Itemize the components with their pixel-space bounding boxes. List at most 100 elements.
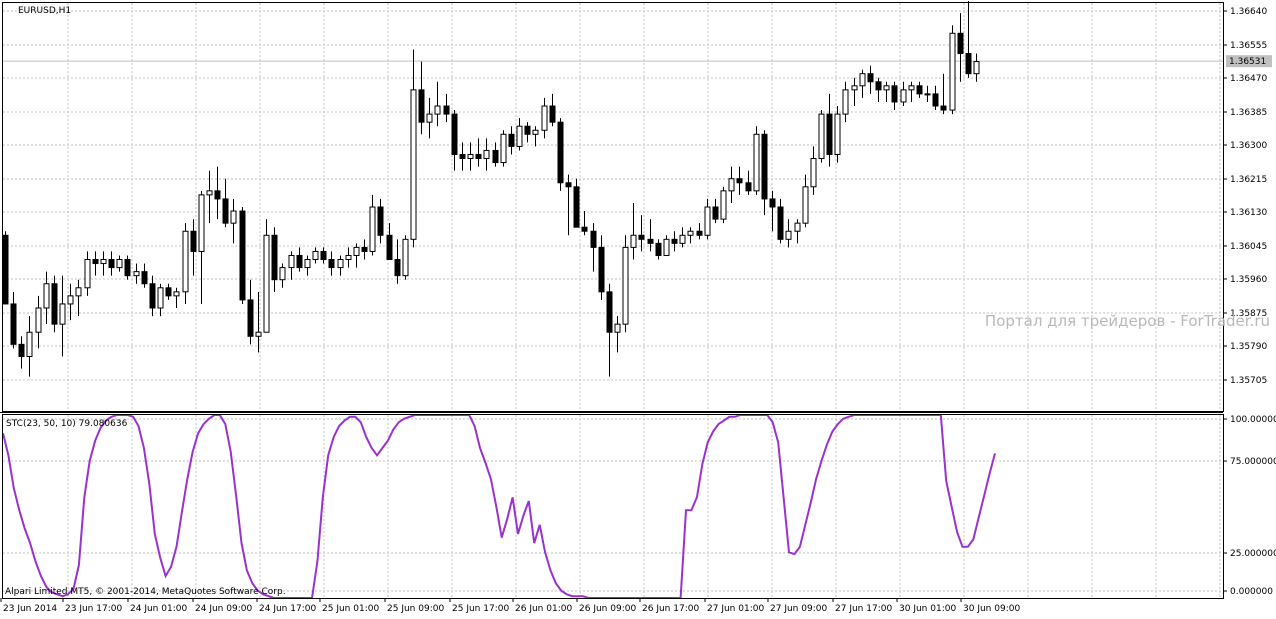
candle-body xyxy=(875,81,882,91)
candle-body xyxy=(312,250,319,261)
candle-body xyxy=(296,254,303,269)
candle-body xyxy=(949,32,956,111)
current-price-label: 1.36531 xyxy=(1229,57,1266,67)
time-tick-label: 27 Jun 09:00 xyxy=(770,604,827,614)
candle-body xyxy=(859,73,866,87)
candle-body xyxy=(663,238,670,256)
candle-body xyxy=(75,287,82,297)
candle-body xyxy=(810,158,817,188)
time-tick-label: 24 Jun 01:00 xyxy=(130,604,187,614)
candle-body xyxy=(532,129,539,135)
time-tick-label: 25 Jun 09:00 xyxy=(387,604,444,614)
candle-body xyxy=(100,259,107,265)
time-tick-label: 25 Jun 01:00 xyxy=(322,604,379,614)
candle-body xyxy=(206,190,213,196)
candle-body xyxy=(2,234,9,305)
candles xyxy=(2,0,980,377)
candle-body xyxy=(598,246,605,293)
candle-body xyxy=(638,234,645,240)
candle-body xyxy=(353,246,360,256)
indicator-tick-label: 25.000000 xyxy=(1230,549,1276,559)
time-tick-label: 30 Jun 01:00 xyxy=(899,604,956,614)
candle-body xyxy=(271,234,278,281)
candle-body xyxy=(826,113,833,155)
candle-body xyxy=(222,198,229,224)
candle-body xyxy=(712,206,719,220)
candle-body xyxy=(630,234,637,248)
time-axis: 23 Jun 2014 23 Jun 17:00 24 Jun 01:00 24 Ju… xyxy=(0,598,1020,614)
candle-body xyxy=(647,238,654,244)
price-tick-label: 1.36640 xyxy=(1230,7,1267,17)
candle-body xyxy=(157,287,164,309)
indicator-tick-label: 0.000000 xyxy=(1230,587,1273,597)
candle-body xyxy=(500,133,507,164)
candle-body xyxy=(26,331,33,357)
candle-body xyxy=(182,230,189,293)
watermark-text: Портал для трейдеров - ForTrader.ru xyxy=(985,312,1270,330)
candle-body xyxy=(124,259,131,277)
candle-body xyxy=(328,259,335,269)
candle-body xyxy=(867,73,874,83)
candle-body xyxy=(10,303,17,345)
price-tick-label: 1.36385 xyxy=(1230,108,1267,118)
time-tick-label: 26 Jun 17:00 xyxy=(642,604,699,614)
time-tick-label: 26 Jun 09:00 xyxy=(579,604,636,614)
candle-body xyxy=(851,85,858,91)
candle-body xyxy=(753,133,760,192)
candle-body xyxy=(402,238,409,277)
candle-body xyxy=(541,105,548,131)
candle-body xyxy=(565,182,572,188)
candle-body xyxy=(973,61,980,75)
candle-body xyxy=(18,343,25,357)
stc-line xyxy=(2,414,996,599)
candle-body xyxy=(704,206,711,236)
price-panel-frame xyxy=(2,2,1224,412)
candle-body xyxy=(475,153,482,160)
candle-body xyxy=(932,93,939,107)
price-tick-label: 1.36130 xyxy=(1230,208,1267,218)
price-tick-label: 1.36555 xyxy=(1230,41,1267,51)
candle-body xyxy=(451,113,458,155)
indicator-label: STC(23, 50, 10) 79.080636 xyxy=(6,419,128,429)
candle-body xyxy=(320,250,327,261)
candle-body xyxy=(745,182,752,192)
price-tick-label: 1.35705 xyxy=(1230,376,1267,386)
candle-body xyxy=(883,85,890,91)
candle-body xyxy=(834,113,841,155)
candle-body xyxy=(802,186,809,224)
candle-body xyxy=(361,246,368,252)
candle-body xyxy=(141,271,148,285)
candle-body xyxy=(230,210,237,224)
candle-body xyxy=(133,271,140,277)
candle-body xyxy=(761,133,768,200)
time-tick-label: 25 Jun 17:00 xyxy=(452,604,509,614)
candle-body xyxy=(434,105,441,115)
candle-body xyxy=(590,230,597,248)
candle-body xyxy=(777,206,784,240)
candle-body xyxy=(149,283,156,309)
candle-body xyxy=(818,113,825,160)
candle-body xyxy=(581,226,588,232)
candle-body xyxy=(467,153,474,160)
candle-body xyxy=(573,186,580,228)
candle-body xyxy=(92,259,99,265)
time-tick-label: 30 Jun 09:00 xyxy=(963,604,1020,614)
candle-body xyxy=(263,234,270,333)
candle-body xyxy=(116,259,123,269)
candle-body xyxy=(965,52,972,75)
candle-body xyxy=(614,323,621,333)
candle-body xyxy=(516,125,523,147)
indicator-tick-label: 100.000000 xyxy=(1230,415,1276,425)
candle-body xyxy=(622,246,629,325)
candle-body xyxy=(671,238,678,244)
candle-body xyxy=(369,206,376,252)
candle-body xyxy=(924,93,931,96)
candle-body xyxy=(345,254,352,261)
candle-body xyxy=(957,32,964,54)
symbol-label: EURUSD,H1 xyxy=(18,6,71,16)
candle-body xyxy=(696,230,703,236)
candle-body xyxy=(557,121,564,184)
candle-body xyxy=(239,210,246,301)
candle-body xyxy=(842,89,849,115)
indicator-line xyxy=(2,414,996,599)
